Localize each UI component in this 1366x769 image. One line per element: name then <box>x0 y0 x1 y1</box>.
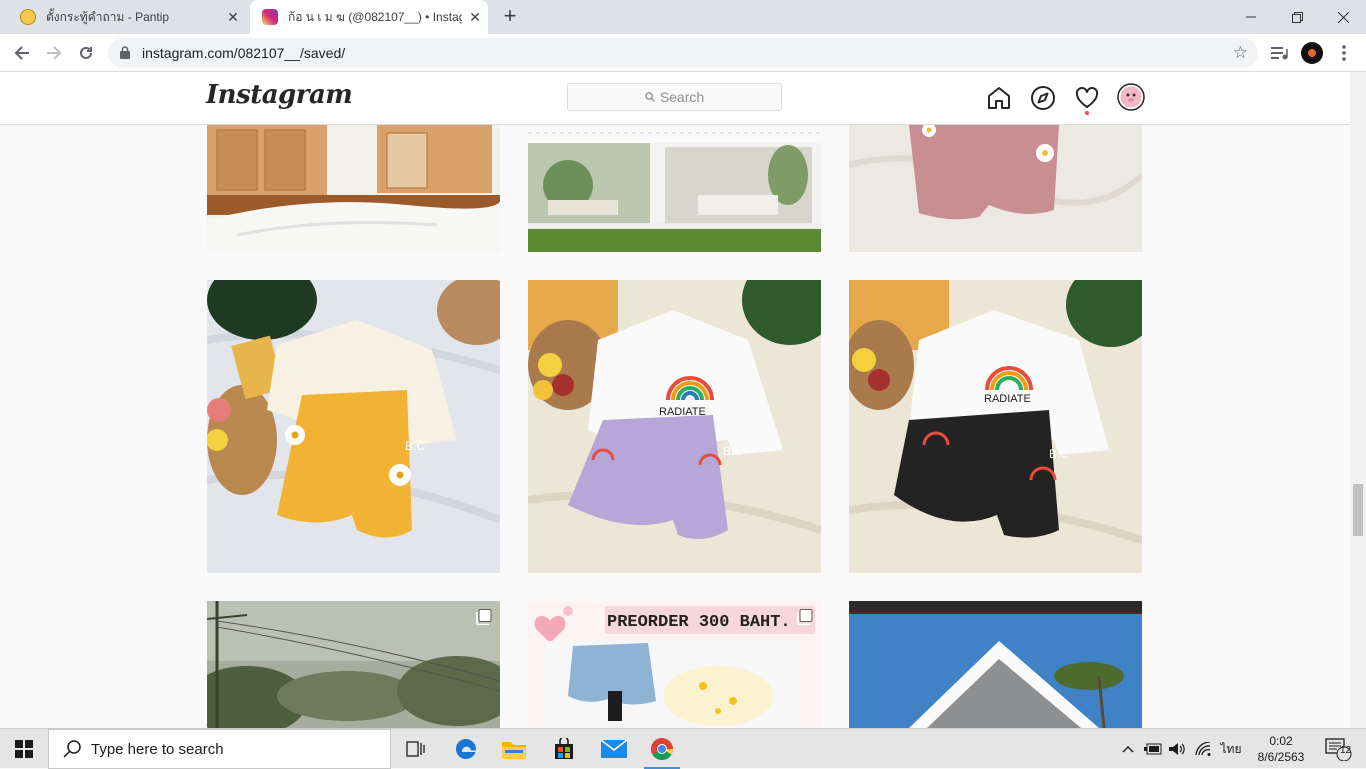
preorder-caption: PREORDER 300 BAHT. <box>607 613 791 632</box>
notification-count: 12 <box>1340 745 1352 756</box>
tab-title: ตั้งกระทู้คำถาม - Pantip <box>46 9 170 24</box>
volume-icon[interactable] <box>1166 729 1188 769</box>
multiple-photos-icon <box>797 609 813 625</box>
post-image-pink-shorts <box>849 125 1142 252</box>
instagram-logo[interactable]: Instagram <box>206 80 353 110</box>
search-input[interactable]: Search <box>567 83 782 111</box>
url-text: instagram.com/082107__/saved/ <box>142 45 346 61</box>
show-hidden-icons-chevron-icon[interactable] <box>1118 729 1138 769</box>
post-image-lavender-shorts: RADIATE B.C <box>528 280 821 573</box>
input-language[interactable]: ไทย <box>1216 729 1246 769</box>
close-icon[interactable]: ✕ <box>220 9 246 26</box>
taskbar-clock[interactable]: 0:02 8/6/2563 <box>1252 733 1310 765</box>
tab-instagram[interactable]: ก้อ น เ ม ฆ (@082107__) • Instagram ✕ <box>250 0 488 34</box>
menu-kebab-icon[interactable] <box>1332 41 1356 65</box>
close-icon[interactable]: ✕ <box>462 9 488 26</box>
post-tile[interactable]: RADIATE B.C <box>849 280 1142 573</box>
profile-avatar[interactable] <box>1117 83 1145 111</box>
post-tile[interactable] <box>528 125 821 252</box>
multiple-photos-icon <box>476 609 492 625</box>
mail-icon[interactable] <box>594 733 634 765</box>
post-tile[interactable]: RADIATE B.C <box>528 280 821 573</box>
post-tile[interactable] <box>207 601 500 728</box>
svg-text:B.C: B.C <box>405 439 425 453</box>
home-icon[interactable] <box>986 85 1012 111</box>
svg-text:B.C: B.C <box>723 444 743 458</box>
profile-avatar-icon[interactable] <box>1300 41 1324 65</box>
store-icon[interactable] <box>544 733 584 765</box>
taskbar-search-input[interactable]: Type here to search <box>48 729 391 769</box>
wifi-icon[interactable] <box>1192 729 1214 769</box>
post-tile[interactable]: PREORDER 300 BAHT. <box>528 601 821 728</box>
svg-text:RADIATE: RADIATE <box>984 393 1031 405</box>
file-explorer-icon[interactable] <box>494 733 534 765</box>
address-bar[interactable]: instagram.com/082107__/saved/ ☆ <box>108 38 1258 68</box>
bookmark-star-icon[interactable]: ☆ <box>1233 43 1248 63</box>
tab-title: ก้อ น เ ม ฆ (@082107__) • Instagram <box>288 9 462 24</box>
activity-notification-dot <box>1085 111 1089 115</box>
activity-heart-icon[interactable] <box>1074 85 1100 111</box>
post-image-denim-preorder: PREORDER 300 BAHT. <box>528 601 821 728</box>
browser-toolbar: instagram.com/082107__/saved/ ☆ <box>0 34 1366 72</box>
chrome-icon[interactable] <box>642 733 682 769</box>
post-tile[interactable] <box>207 125 500 252</box>
post-tile[interactable] <box>849 601 1142 728</box>
instagram-header: Instagram Search <box>0 72 1350 125</box>
action-center-button[interactable]: 12 <box>1318 729 1358 769</box>
post-tile[interactable] <box>849 125 1142 252</box>
page-scrollbar[interactable] <box>1350 72 1366 728</box>
post-tile[interactable]: B.C <box>207 280 500 573</box>
start-button[interactable] <box>0 729 48 769</box>
search-icon <box>644 92 655 102</box>
search-icon <box>63 740 81 758</box>
restore-icon[interactable] <box>1274 0 1320 34</box>
window-close-icon[interactable] <box>1320 0 1366 34</box>
reload-button[interactable] <box>74 41 98 65</box>
windows-logo-icon <box>15 740 33 758</box>
task-view-icon[interactable] <box>396 733 436 765</box>
clock-time: 0:02 <box>1269 734 1293 748</box>
post-image-house <box>528 125 821 252</box>
windows-taskbar: Type here to search ไทย 0:02 8/6/2563 12 <box>0 728 1366 769</box>
edge-icon[interactable] <box>446 733 486 765</box>
svg-text:B.C: B.C <box>1049 447 1069 461</box>
taskbar-search-placeholder: Type here to search <box>91 740 224 758</box>
post-image-bedroom <box>207 125 500 252</box>
scrollbar-thumb[interactable] <box>1353 484 1363 536</box>
search-placeholder: Search <box>659 89 705 105</box>
explore-icon[interactable] <box>1030 85 1056 111</box>
lock-icon <box>120 46 130 59</box>
minimize-icon[interactable] <box>1228 0 1274 34</box>
post-image-black-shorts: RADIATE B.C <box>849 280 1142 573</box>
post-image-misty-forest <box>207 601 500 728</box>
back-button[interactable] <box>10 41 34 65</box>
media-control-icon[interactable] <box>1268 41 1292 65</box>
browser-tab-strip: ตั้งกระทู้คำถาม - Pantip ✕ ก้อ น เ ม ฆ (… <box>0 0 1366 34</box>
battery-icon[interactable] <box>1142 729 1164 769</box>
new-tab-button[interactable]: + <box>498 5 522 29</box>
forward-button[interactable] <box>42 41 66 65</box>
saved-posts-grid: B.C RADIATE B.C RADIATE B.C PREORDER 300… <box>0 125 1350 728</box>
post-image-house-roof <box>849 601 1142 728</box>
pantip-favicon <box>20 9 36 25</box>
instagram-favicon <box>262 9 278 25</box>
clock-date: 8/6/2563 <box>1257 750 1305 764</box>
post-image-yellow-shorts: B.C <box>207 280 500 573</box>
tab-pantip[interactable]: ตั้งกระทู้คำถาม - Pantip ✕ <box>8 0 246 34</box>
